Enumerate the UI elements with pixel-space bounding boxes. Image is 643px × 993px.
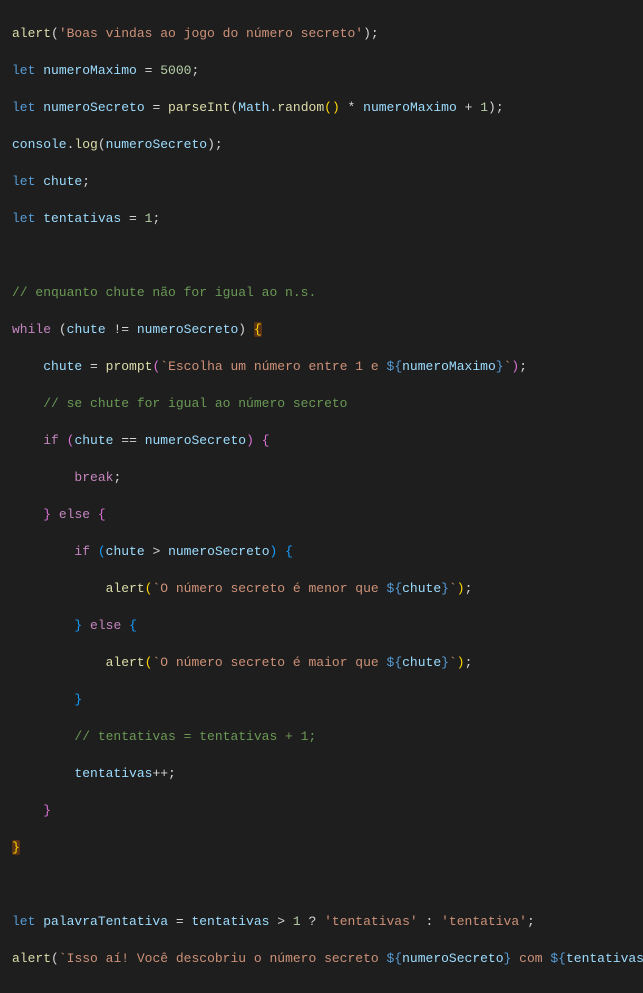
code-line: // tentativas = tentativas + 1; <box>12 728 643 747</box>
code-line: chute = prompt(`Escolha um número entre … <box>12 358 643 377</box>
code-line: // enquanto chute não for igual ao n.s. <box>12 284 643 303</box>
code-line: while (chute != numeroSecreto) { <box>12 321 643 340</box>
code-editor[interactable]: alert('Boas vindas ao jogo do número sec… <box>0 0 643 993</box>
code-line: let chute; <box>12 173 643 192</box>
code-line: } <box>12 839 643 858</box>
code-line: } <box>12 802 643 821</box>
code-line: alert(`O número secreto é maior que ${ch… <box>12 654 643 673</box>
code-line <box>12 876 643 895</box>
code-line: if (chute > numeroSecreto) { <box>12 543 643 562</box>
code-line: let tentativas = 1; <box>12 210 643 229</box>
code-line: alert(`Isso aí! Você descobriu o número … <box>12 950 643 969</box>
code-line <box>12 247 643 266</box>
code-line: let palavraTentativa = tentativas > 1 ? … <box>12 913 643 932</box>
code-line: alert(`O número secreto é menor que ${ch… <box>12 580 643 599</box>
code-line: // se chute for igual ao número secreto <box>12 395 643 414</box>
code-line: } <box>12 691 643 710</box>
code-line: let numeroSecreto = parseInt(Math.random… <box>12 99 643 118</box>
code-line: } else { <box>12 506 643 525</box>
code-line: if (chute == numeroSecreto) { <box>12 432 643 451</box>
code-line: } else { <box>12 617 643 636</box>
code-line: alert('Boas vindas ao jogo do número sec… <box>12 25 643 44</box>
code-line: let numeroMaximo = 5000; <box>12 62 643 81</box>
code-line: tentativas++; <box>12 765 643 784</box>
code-line: break; <box>12 469 643 488</box>
code-line: console.log(numeroSecreto); <box>12 136 643 155</box>
